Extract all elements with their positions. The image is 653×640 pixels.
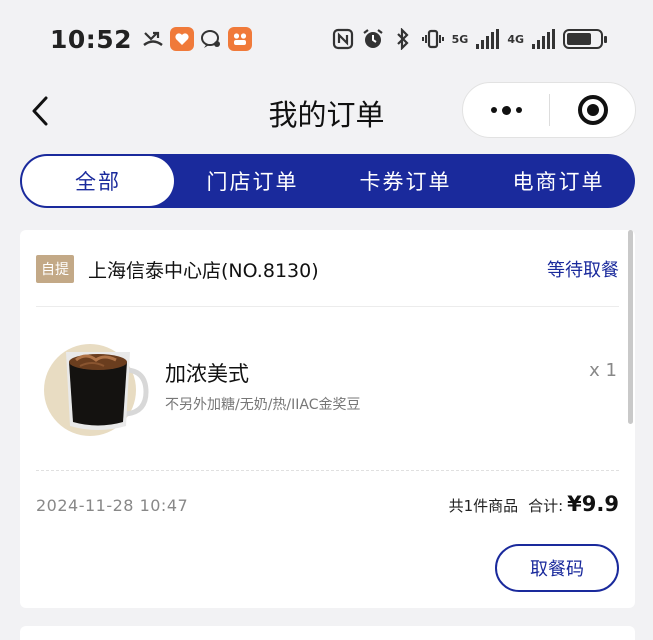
order-card-header: 自提 上海信泰中心店(NO.8130) 等待取餐	[36, 254, 619, 284]
app-grid-icon	[228, 27, 253, 51]
status-right-icons: 5G 4G	[332, 28, 607, 50]
missed-call-icon	[142, 28, 164, 50]
pickup-code-button[interactable]: 取餐码	[495, 544, 619, 592]
alarm-icon	[362, 28, 384, 50]
order-tabs: 全部 门店订单 卡券订单 电商订单	[20, 154, 635, 208]
order-item-count: 共1件商品	[448, 497, 519, 515]
scrollbar[interactable]	[628, 230, 633, 424]
battery-icon	[563, 29, 607, 49]
next-order-card[interactable]	[20, 626, 635, 640]
more-button[interactable]	[463, 83, 549, 137]
navigation-bar: 我的订单	[0, 78, 653, 144]
store-name: 上海信泰中心店(NO.8130)	[88, 259, 319, 282]
chat-icon	[200, 28, 222, 50]
order-time: 2024-11-28 10:47	[36, 496, 189, 515]
tab-ecommerce-orders[interactable]: 电商订单	[482, 154, 635, 208]
status-bar: 10:52 5G 4G	[0, 0, 653, 78]
order-total: ¥9.9	[567, 492, 619, 516]
tab-voucher-orders[interactable]: 卡券订单	[329, 154, 482, 208]
network-5g-label: 5G	[451, 32, 469, 46]
signal-icon	[476, 29, 500, 49]
nfc-icon	[332, 28, 354, 50]
order-card[interactable]: 自提 上海信泰中心店(NO.8130) 等待取餐 加浓美式 不另外加糖/无奶/热…	[20, 230, 635, 608]
bluetooth-icon	[392, 28, 414, 50]
battery-level	[567, 33, 591, 45]
signal-icon-2	[532, 29, 555, 49]
mini-program-capsule	[462, 82, 636, 138]
order-total-label: 合计:	[528, 497, 564, 515]
close-button[interactable]	[550, 83, 635, 137]
status-left-icons	[142, 27, 253, 51]
americano-cup-image	[44, 344, 149, 436]
tab-store-orders[interactable]: 门店订单	[176, 154, 329, 208]
product-spec: 不另外加糖/无奶/热/IIAC金奖豆	[165, 397, 361, 413]
product-image	[42, 330, 154, 442]
vibrate-icon	[421, 28, 444, 50]
product-quantity: x 1	[589, 360, 617, 381]
more-dots-icon	[490, 105, 522, 115]
divider	[36, 306, 619, 307]
order-summary: 共1件商品 合计: ¥9.9	[449, 492, 619, 516]
status-time: 10:52	[50, 24, 133, 54]
heart-app-icon	[170, 27, 195, 51]
order-status: 等待取餐	[547, 260, 619, 281]
divider-dashed	[36, 470, 619, 471]
tab-all[interactable]: 全部	[22, 156, 174, 206]
target-close-icon	[577, 95, 608, 125]
product-name: 加浓美式	[165, 362, 249, 386]
network-4g-label: 4G	[507, 32, 524, 46]
pickup-tag: 自提	[36, 255, 74, 283]
